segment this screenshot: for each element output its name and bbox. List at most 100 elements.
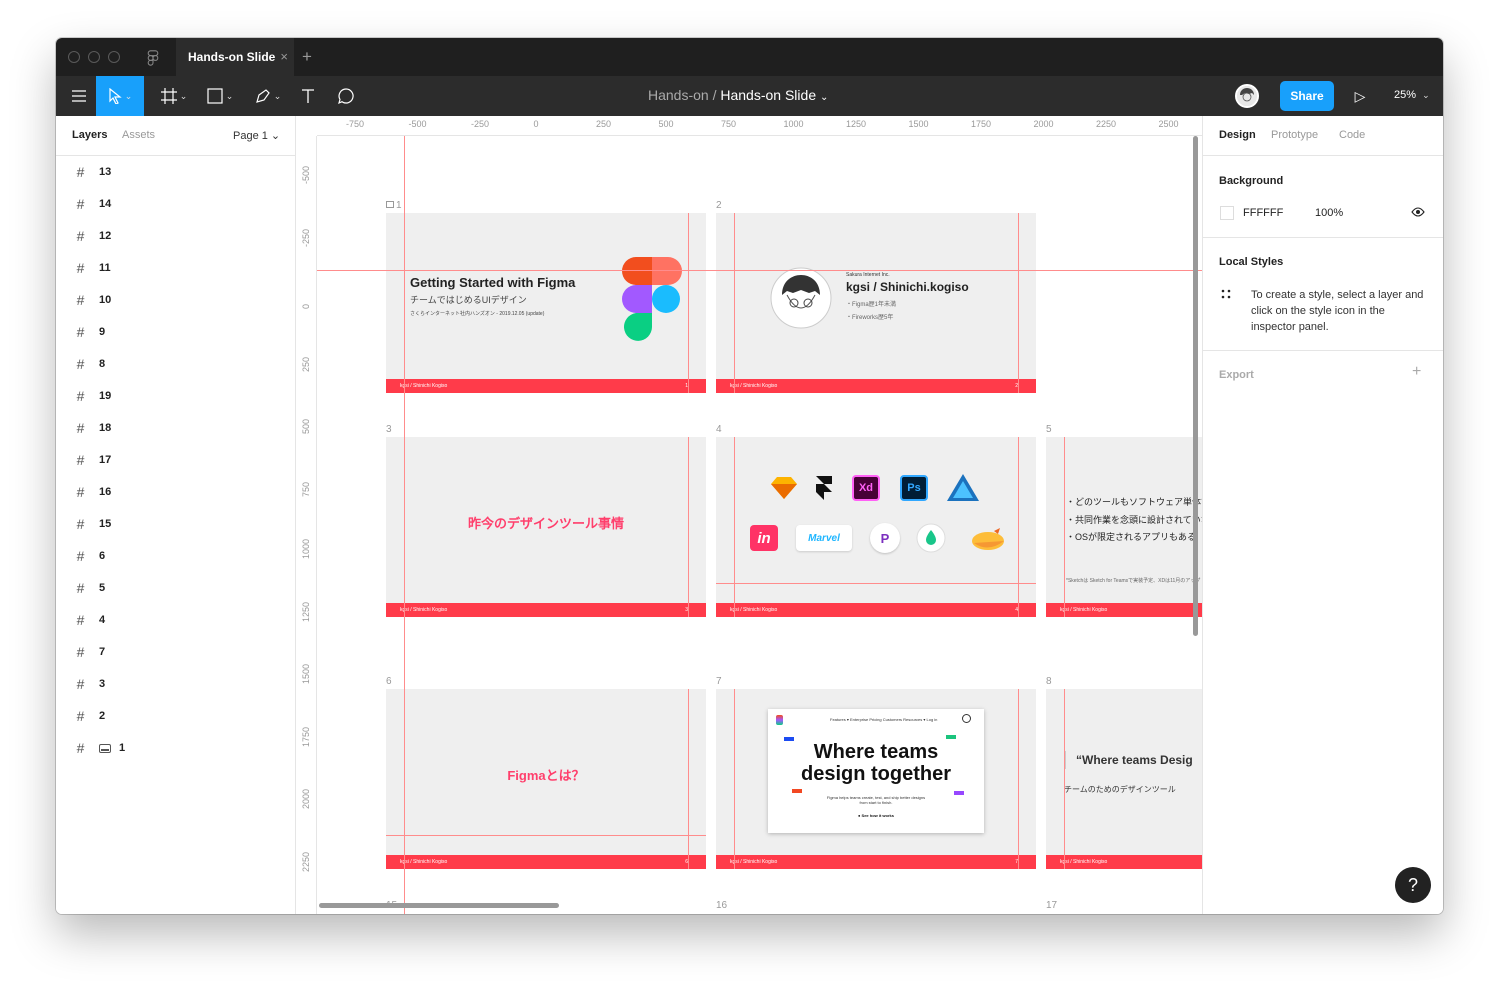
layer-item[interactable]: #19: [56, 380, 296, 412]
chevron-down-icon[interactable]: ⌄: [820, 92, 828, 103]
text-tool-button[interactable]: [296, 76, 320, 116]
slide-subtitle: チームではじめるUIデザイン: [410, 295, 527, 305]
layer-name: 12: [99, 230, 112, 242]
move-tool-button[interactable]: ⌄: [96, 76, 144, 116]
tab-prototype[interactable]: Prototype: [1271, 129, 1318, 141]
ruler-tick-label: 1500: [301, 663, 311, 684]
comment-icon: [338, 88, 354, 105]
slide-footer: kgsi / Shinichi Kogiso 4: [716, 603, 1036, 617]
pen-icon: [255, 89, 270, 103]
breadcrumb-project[interactable]: Hands-on: [648, 87, 709, 103]
ruler-tick-label: 2000: [1033, 119, 1054, 129]
protopie-icon: P: [870, 523, 900, 553]
ruler-tick-label: -500: [301, 165, 311, 184]
background-hex-input[interactable]: FFFFFF: [1243, 207, 1283, 219]
background-opacity-input[interactable]: 100%: [1315, 207, 1343, 219]
layer-item[interactable]: #4: [56, 604, 296, 636]
share-button[interactable]: Share: [1280, 81, 1334, 111]
file-tab[interactable]: Hands-on Slide ×: [176, 38, 294, 76]
tab-code[interactable]: Code: [1339, 129, 1365, 141]
design-panel-header: Design Prototype Code: [1203, 116, 1443, 156]
frame-icon: #: [76, 484, 85, 500]
ruler-tick-label: 1000: [783, 119, 804, 129]
frame-label-4[interactable]: 4: [716, 424, 722, 435]
layer-item[interactable]: #14: [56, 188, 296, 220]
layer-item[interactable]: #15: [56, 508, 296, 540]
tab-layers[interactable]: Layers: [72, 129, 107, 141]
layer-item[interactable]: #10: [56, 284, 296, 316]
frame-label-1[interactable]: 1: [386, 200, 402, 211]
layer-item[interactable]: #1: [56, 732, 296, 764]
slide-frame-1[interactable]: Getting Started with Figma チームではじめるUIデザイ…: [386, 213, 706, 393]
site-headline: Where teams design together: [800, 741, 951, 785]
canvas[interactable]: -750 -500 -250 0 250 500 750 1000 1250 1500 1750 20…: [297, 116, 1202, 914]
invision-icon: in: [750, 525, 778, 551]
background-color-swatch[interactable]: [1220, 206, 1234, 220]
tab-assets[interactable]: Assets: [122, 129, 155, 141]
main-menu-icon[interactable]: [64, 76, 94, 116]
layer-item[interactable]: #12: [56, 220, 296, 252]
close-tab-icon[interactable]: ×: [280, 49, 288, 64]
slide-frame-6[interactable]: Figmaとは？ kgsi / Shinichi Kogiso 6: [386, 689, 706, 869]
tab-design[interactable]: Design: [1219, 129, 1256, 141]
layer-item[interactable]: #8: [56, 348, 296, 380]
pen-tool-button[interactable]: ⌄: [248, 76, 288, 116]
present-play-icon[interactable]: ▷: [1350, 76, 1370, 116]
layer-item[interactable]: #6: [56, 540, 296, 572]
slide-footer: kgsi / Shinichi Kogiso: [1046, 855, 1202, 869]
frame-icon: #: [76, 580, 85, 596]
layer-item[interactable]: #13: [56, 156, 296, 188]
layer-item[interactable]: #16: [56, 476, 296, 508]
frame-label-2[interactable]: 2: [716, 200, 722, 211]
layout-guide: [734, 689, 735, 869]
frame-label-16[interactable]: 16: [716, 900, 727, 911]
layer-item[interactable]: #17: [56, 444, 296, 476]
frame-label-6[interactable]: 6: [386, 676, 392, 687]
figma-logo-icon[interactable]: [146, 50, 160, 66]
cursor-badge: [784, 737, 794, 741]
slide-frame-3[interactable]: 昨今のデザインツール事情 kgsi / Shinichi Kogiso 3: [386, 437, 706, 617]
company-name: Sakura Internet Inc.: [846, 272, 890, 278]
layer-name: 2: [99, 710, 106, 722]
slide-frame-5[interactable]: ・どのツールもソフトウェア単体で ・共同作業を念頭に設計されていな ・OSが限定…: [1046, 437, 1202, 617]
ruler-tick-label: 1000: [301, 538, 311, 559]
site-nav: Features ▾ Enterprise Pricing Customers …: [830, 717, 938, 722]
layer-item[interactable]: #9: [56, 316, 296, 348]
frame-label-3[interactable]: 3: [386, 424, 392, 435]
zoom-dropdown[interactable]: 25% ⌄: [1394, 89, 1430, 101]
slide-frame-2[interactable]: Sakura Internet Inc. kgsi / Shinichi.kog…: [716, 213, 1036, 393]
horizontal-scrollbar[interactable]: [319, 903, 559, 908]
layer-item[interactable]: #5: [56, 572, 296, 604]
frame-tool-button[interactable]: ⌄: [154, 76, 194, 116]
frame-label-5[interactable]: 5: [1046, 424, 1052, 435]
maximize-window-button[interactable]: [108, 51, 120, 63]
new-tab-icon[interactable]: +: [302, 47, 312, 67]
frame-label-8[interactable]: 8: [1046, 676, 1052, 687]
slide-bullet-3: ・OSが限定されるアプリもある: [1066, 532, 1197, 542]
add-export-icon[interactable]: +: [1412, 363, 1421, 381]
layer-item[interactable]: #18: [56, 412, 296, 444]
breadcrumb-file[interactable]: Hands-on Slide: [720, 87, 816, 103]
figma-window: Hands-on Slide × + ⌄ ⌄ ⌄ ⌄ Hands-on / Ha…: [56, 38, 1443, 914]
slide-frame-7[interactable]: Features ▾ Enterprise Pricing Customers …: [716, 689, 1036, 869]
ruler-tick-label: 2500: [1158, 119, 1179, 129]
frame-label-17[interactable]: 17: [1046, 900, 1057, 911]
eye-icon[interactable]: [1411, 207, 1425, 217]
page-selector[interactable]: Page 1 ⌄: [233, 129, 280, 142]
comment-tool-button[interactable]: [334, 76, 358, 116]
shape-tool-button[interactable]: ⌄: [200, 76, 240, 116]
help-button[interactable]: ?: [1395, 867, 1431, 903]
frame-label-7[interactable]: 7: [716, 676, 722, 687]
vertical-scrollbar[interactable]: [1193, 136, 1198, 636]
close-window-button[interactable]: [68, 51, 80, 63]
slide-frame-4[interactable]: Xd Ps in Marvel P kgsi / Shinichi Kogiso…: [716, 437, 1036, 617]
layer-item[interactable]: #3: [56, 668, 296, 700]
layer-item[interactable]: #11: [56, 252, 296, 284]
layer-item[interactable]: #7: [56, 636, 296, 668]
minimize-window-button[interactable]: [88, 51, 100, 63]
slide-frame-8[interactable]: “Where teams Desig チームのためのデザインツール kgsi /…: [1046, 689, 1202, 869]
abstract-icon: [916, 523, 946, 553]
background-section-title: Background: [1219, 175, 1284, 187]
layer-item[interactable]: #2: [56, 700, 296, 732]
avatar[interactable]: [1235, 84, 1259, 108]
